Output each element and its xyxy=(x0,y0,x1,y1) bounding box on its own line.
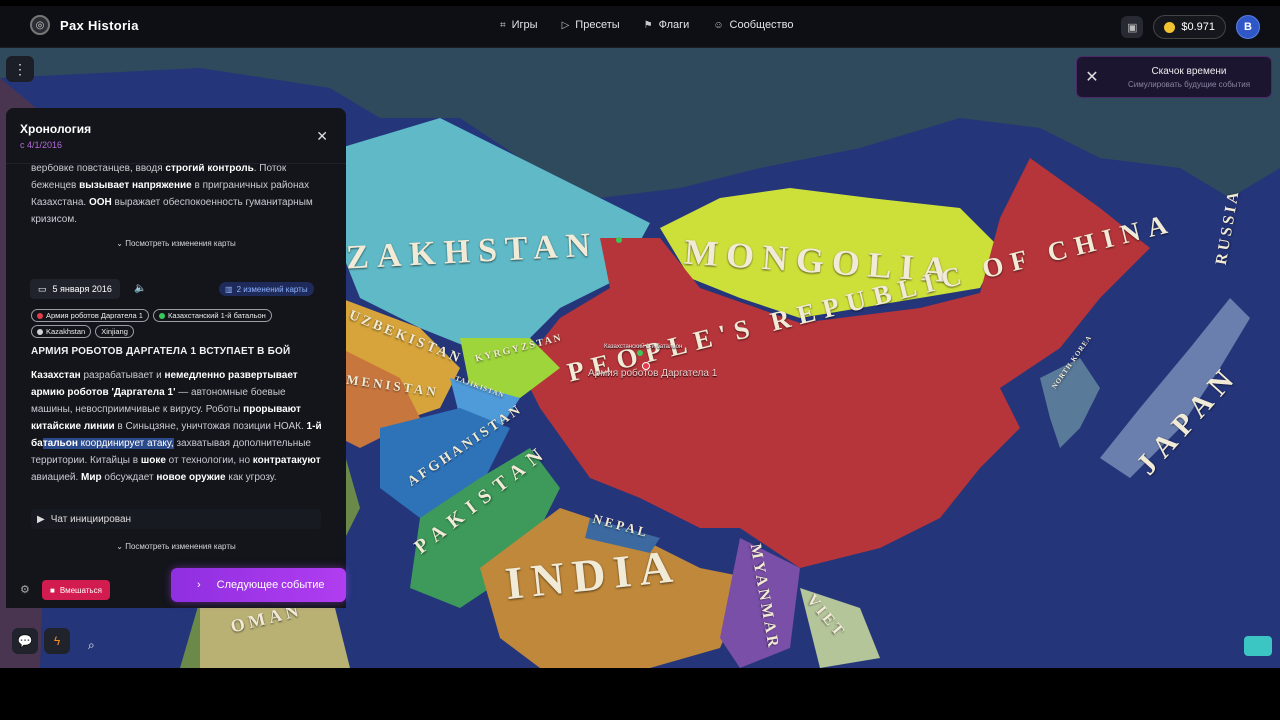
unit-marker-robot-army[interactable] xyxy=(642,362,650,370)
lightning-icon: ϟ xyxy=(53,634,61,648)
kebab-menu-icon: ⋮ xyxy=(13,60,27,77)
tag-kz-battalion[interactable]: Казахстанский 1-й батальон xyxy=(152,309,272,322)
see-changes-label: Посмотреть изменения карты xyxy=(125,542,236,551)
unit-marker-kz-north[interactable] xyxy=(616,237,622,243)
globe-logo-icon: ◎ xyxy=(30,15,50,35)
brand[interactable]: ◎ Pax Historia xyxy=(30,15,139,35)
more-menu-button[interactable]: ⋮ xyxy=(6,56,34,82)
tag-dot xyxy=(158,312,165,319)
search-icon[interactable]: ⌕ xyxy=(88,638,95,653)
map-changes-count: 2 изменений карты xyxy=(236,284,308,294)
top-navigation-bar: ◎ Pax Historia ⌗ Игры ▷ Пресеты ⚑ Флаги ☺ Со… xyxy=(0,6,1280,48)
flag-icon: ⚑ xyxy=(643,19,653,31)
chat-button[interactable]: 💬 xyxy=(12,628,38,654)
timeline-since[interactable]: с 4/1/2016 xyxy=(20,140,62,150)
nav-item-community[interactable]: ☺ Сообщество xyxy=(713,19,793,31)
chevron-down-icon: ⌄ xyxy=(116,542,123,551)
nav-item-games[interactable]: ⌗ Игры xyxy=(500,19,538,31)
close-icon[interactable]: ✕ xyxy=(1077,56,1107,98)
map-toggle-button[interactable] xyxy=(1244,636,1272,656)
map-icon: ▥ xyxy=(225,284,233,294)
nav-item-label: Сообщество xyxy=(729,19,794,31)
tag-label: Kazakhstan xyxy=(46,327,86,336)
chat-bubble-icon: 💬 xyxy=(17,634,33,648)
stop-square-icon: ■ xyxy=(50,585,55,595)
chat-initiated-toggle[interactable]: ▶ Чат инициирован xyxy=(31,509,321,529)
gear-icon[interactable]: ⚙ xyxy=(20,583,30,596)
gamepad-icon: ⌗ xyxy=(500,19,506,31)
event-date: 5 января 2016 xyxy=(52,284,112,294)
lightning-button[interactable]: ϟ xyxy=(44,628,70,654)
users-icon: ☺ xyxy=(713,19,724,31)
brand-name: Pax Historia xyxy=(60,17,139,33)
balance-button[interactable]: $0.971 xyxy=(1153,15,1226,39)
unit-marker-kz-battalion[interactable] xyxy=(637,350,643,356)
balance-amount: $0.971 xyxy=(1181,21,1215,33)
tag-label: Казахстанский 1-й батальон xyxy=(167,311,266,320)
nav-item-presets[interactable]: ▷ Пресеты xyxy=(562,19,620,31)
next-event-button[interactable]: › Следующее событие xyxy=(171,568,346,602)
toast-subtitle: Симулировать будущие события xyxy=(1127,79,1251,89)
calendar-icon: ▭ xyxy=(38,283,47,294)
main-nav: ⌗ Игры ▷ Пресеты ⚑ Флаги ☺ Сообщество xyxy=(500,19,793,31)
tag-kazakhstan[interactable]: Kazakhstan xyxy=(31,325,92,338)
intervene-button[interactable]: ■ Вмешаться xyxy=(42,580,110,600)
event-description: Казахстан разрабатывает и немедленно раз… xyxy=(31,370,322,483)
map-changes-badge[interactable]: ▥ 2 изменений карты xyxy=(219,282,314,296)
timeline-scroll-area[interactable]: вербовке повстанцев, вводя строгий контр… xyxy=(6,164,346,608)
tag-xinjiang[interactable]: Xinjiang xyxy=(95,325,134,338)
next-event-label: Следующее событие xyxy=(216,579,325,591)
nav-item-flags[interactable]: ⚑ Флаги xyxy=(644,19,690,31)
timeline-header: Хронология с 4/1/2016 ✕ xyxy=(6,108,346,164)
tag-dot xyxy=(37,312,43,319)
see-map-changes-button[interactable]: ⌄ Посмотреть изменения карты xyxy=(6,239,346,248)
user-avatar[interactable]: B xyxy=(1236,15,1260,39)
tag-dot xyxy=(37,328,43,335)
coin-icon xyxy=(1164,21,1176,33)
intervene-label: Вмешаться xyxy=(59,585,102,595)
previous-event-text: вербовке повстанцев, вводя строгий контр… xyxy=(31,164,313,225)
play-icon: ▷ xyxy=(561,19,570,31)
timeline-title: Хронология xyxy=(20,122,92,136)
time-skip-toast[interactable]: ✕ Скачок времени Симулировать будущие со… xyxy=(1076,56,1272,98)
timeline-action-bar: ⚙ ■ Вмешаться › Следующее событие xyxy=(6,566,346,608)
account-area: ▣ $0.971 B xyxy=(1121,15,1260,39)
unit-label-robot-army[interactable]: Армия роботов Даргатела 1 xyxy=(588,368,717,379)
chat-label: Чат инициирован xyxy=(50,513,132,525)
see-changes-label: Посмотреть изменения карты xyxy=(125,239,236,248)
gift-icon: ▣ xyxy=(1127,21,1138,34)
see-map-changes-button-2[interactable]: ⌄ Посмотреть изменения карты xyxy=(6,542,346,551)
nav-item-label: Игры xyxy=(511,19,538,31)
gift-button[interactable]: ▣ xyxy=(1121,16,1144,38)
speaker-icon[interactable]: 🔈 xyxy=(134,283,146,294)
timeline-panel: вербовке повстанцев, вводя строгий контр… xyxy=(6,108,346,608)
chevron-right-icon: › xyxy=(197,579,201,591)
tag-label: Армия роботов Даргатела 1 xyxy=(46,311,143,320)
bottom-left-buttons: 💬 ϟ xyxy=(12,628,70,654)
tag-robot-army[interactable]: Армия роботов Даргатела 1 xyxy=(31,309,149,322)
event-tags: Армия роботов Даргатела 1 Казахстанский … xyxy=(31,309,321,338)
close-icon[interactable]: ✕ xyxy=(316,128,328,145)
chevron-down-icon: ⌄ xyxy=(116,239,123,248)
event-date-chip: ▭ 5 января 2016 xyxy=(30,279,120,299)
tag-label: Xinjiang xyxy=(101,327,128,336)
event-title: АРМИЯ РОБОТОВ ДАРГАТЕЛА 1 ВСТУПАЕТ В БОЙ xyxy=(31,346,291,357)
nav-item-label: Пресеты xyxy=(575,19,620,31)
toast-title: Скачок времени xyxy=(1151,65,1227,77)
nav-item-label: Флаги xyxy=(658,19,690,31)
triangle-right-icon: ▶ xyxy=(37,513,45,525)
unit-label-kz-battalion[interactable]: Казахстанский 1-й батальон xyxy=(604,344,682,350)
